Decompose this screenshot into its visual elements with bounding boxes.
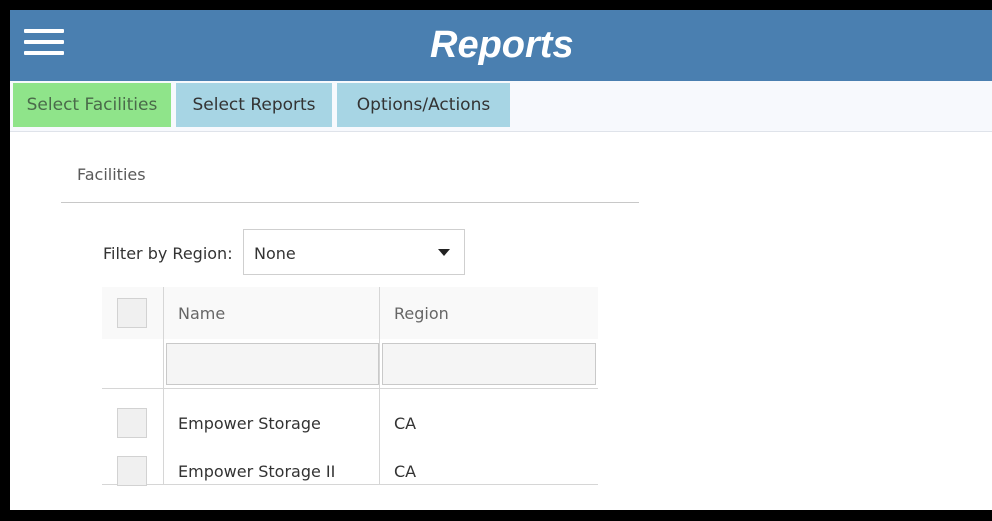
column-header-name[interactable]: Name	[178, 304, 225, 323]
row-divider	[102, 388, 598, 389]
page-title: Reports	[430, 24, 574, 66]
column-divider	[163, 287, 164, 485]
app-window: Reports Select Facilities Select Reports…	[10, 10, 992, 510]
section-divider	[61, 202, 639, 203]
facility-region-cell: CA	[394, 414, 417, 433]
filter-by-region-label: Filter by Region:	[103, 244, 233, 263]
facility-name-cell: Empower Storage II	[178, 462, 336, 481]
facility-name-cell: Empower Storage	[178, 414, 321, 433]
table-header-row	[102, 287, 598, 339]
region-filter-dropdown[interactable]: None	[243, 229, 465, 275]
column-header-region[interactable]: Region	[394, 304, 449, 323]
facilities-table: Name Region Empower Storage CA Empower S…	[102, 287, 598, 486]
row-checkbox[interactable]	[117, 456, 147, 486]
region-filter-input[interactable]	[382, 343, 596, 385]
row-checkbox[interactable]	[117, 408, 147, 438]
chevron-down-icon	[438, 249, 450, 256]
facility-region-cell: CA	[394, 462, 417, 481]
tab-bar: Select Facilities Select Reports Options…	[10, 81, 992, 132]
facilities-section-label: Facilities	[77, 165, 146, 184]
tab-select-reports[interactable]: Select Reports	[176, 83, 332, 127]
app-header: Reports	[10, 10, 992, 81]
tab-options-actions[interactable]: Options/Actions	[337, 83, 510, 127]
region-filter-value: None	[254, 244, 296, 263]
row-divider	[102, 484, 598, 485]
name-filter-input[interactable]	[166, 343, 379, 385]
tab-select-facilities[interactable]: Select Facilities	[13, 83, 171, 127]
select-all-checkbox[interactable]	[117, 298, 147, 328]
column-divider	[379, 287, 380, 485]
